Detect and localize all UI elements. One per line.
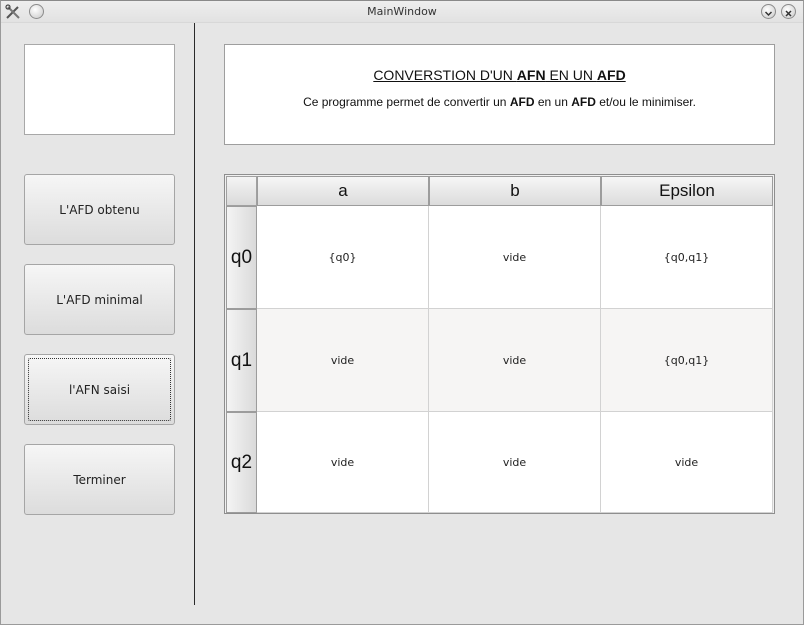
table-corner[interactable]: [226, 176, 257, 206]
row-header-q0[interactable]: q0: [226, 206, 257, 309]
table-cell[interactable]: vide: [429, 412, 601, 513]
afn-entered-button[interactable]: l'AFN saisi: [24, 354, 175, 425]
title-bar: MainWindow: [1, 1, 803, 23]
column-header-a[interactable]: a: [257, 176, 429, 206]
afn-entered-button-label: l'AFN saisi: [68, 382, 131, 397]
afd-obtained-button-label: L'AFD obtenu: [59, 202, 140, 217]
preview-area: [24, 44, 175, 135]
afd-minimal-button[interactable]: L'AFD minimal: [24, 264, 175, 335]
row-header-q2[interactable]: q2: [226, 412, 257, 513]
table-cell[interactable]: vide: [601, 412, 773, 513]
table-cell[interactable]: vide: [429, 206, 601, 309]
transition-table[interactable]: a b Epsilon q0 q1 q2 {q0} vide {q0,q1} v…: [224, 174, 775, 514]
close-icon[interactable]: [781, 4, 796, 19]
afd-obtained-button[interactable]: L'AFD obtenu: [24, 174, 175, 245]
page-description: Ce programme permet de convertir un AFD …: [303, 95, 696, 109]
column-header-epsilon[interactable]: Epsilon: [601, 176, 773, 206]
info-panel: CONVERSTION D'UN AFN EN UN AFD Ce progra…: [224, 44, 775, 145]
table-cell[interactable]: {q0}: [257, 206, 429, 309]
main-window: MainWindow L'AFD obtenu L'AFD minimal l'…: [0, 0, 804, 625]
finish-button[interactable]: Terminer: [24, 444, 175, 515]
afd-minimal-button-label: L'AFD minimal: [56, 292, 143, 307]
table-cell[interactable]: vide: [429, 309, 601, 412]
row-header-q1[interactable]: q1: [226, 309, 257, 412]
window-title: MainWindow: [367, 5, 437, 18]
page-title: CONVERSTION D'UN AFN EN UN AFD: [373, 67, 626, 83]
table-cell[interactable]: vide: [257, 309, 429, 412]
table-cell[interactable]: {q0,q1}: [601, 309, 773, 412]
vertical-separator: [194, 23, 195, 605]
finish-button-label: Terminer: [73, 472, 126, 487]
column-header-b[interactable]: b: [429, 176, 601, 206]
chevron-down-icon[interactable]: [761, 4, 776, 19]
table-cell[interactable]: vide: [257, 412, 429, 513]
table-cell[interactable]: {q0,q1}: [601, 206, 773, 309]
